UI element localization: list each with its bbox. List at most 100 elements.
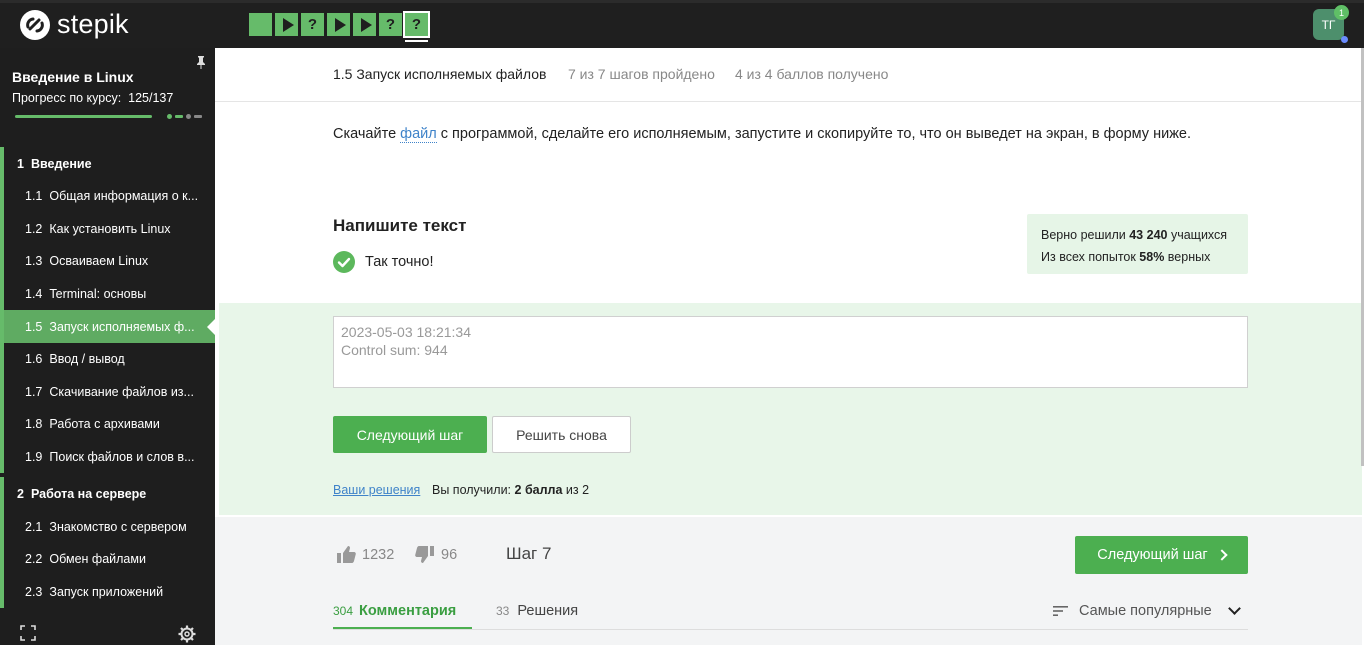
sort-label: Самые популярные	[1079, 603, 1212, 619]
tab-comments[interactable]: 304 Комментария	[333, 603, 456, 628]
sidebar-section-2[interactable]: 2 Работа на сервере	[0, 477, 215, 511]
item-label: Terminal: основы	[49, 287, 147, 302]
next-step-button-footer[interactable]: Следующий шаг	[1075, 536, 1248, 574]
avatar-initials: ТГ	[1321, 17, 1336, 32]
pin-icon[interactable]	[195, 55, 207, 72]
fullscreen-icon[interactable]	[20, 625, 36, 641]
step-text-icon[interactable]	[249, 13, 272, 36]
stats-solved: Верно решили 43 240 учащихся	[1041, 224, 1234, 246]
sidebar-item-1-2[interactable]: 1.2 Как установить Linux	[0, 212, 215, 246]
sidebar-item-1-5[interactable]: 1.5 Запуск исполняемых ф...	[0, 310, 215, 343]
item-number: 2.1	[25, 519, 43, 534]
progress-indicators	[167, 114, 202, 119]
notification-badge[interactable]: 1	[1334, 5, 1349, 20]
sidebar-item-2-1[interactable]: 2.1 Знакомство с сервером	[0, 510, 215, 543]
lesson-header: 1.5 Запуск исполняемых файлов 7 из 7 шаг…	[215, 48, 1362, 102]
task-description: Скачайте файл с программой, сделайте его…	[333, 126, 1191, 143]
step-footer: 1232 96 Шаг 7 Следующий шаг 304 Коммента…	[215, 517, 1362, 645]
stats-solved-prefix: Верно решили	[1041, 228, 1130, 242]
answer-area: 2023-05-03 18:21:34 Control sum: 944 Сле…	[219, 303, 1362, 515]
answer-textarea[interactable]: 2023-05-03 18:21:34 Control sum: 944	[333, 316, 1248, 388]
stats-solved-suffix: учащихся	[1167, 228, 1228, 242]
progress-dash	[194, 115, 202, 118]
sidebar-item-1-6[interactable]: 1.6 Ввод / вывод	[0, 342, 215, 376]
sidebar-item-2-2[interactable]: 2.2 Обмен файлами	[0, 542, 215, 576]
correct-feedback: Так точно!	[333, 251, 434, 273]
active-tab-underline	[333, 627, 472, 629]
solve-stats: Верно решили 43 240 учащихся Из всех поп…	[1027, 214, 1248, 274]
item-number: 1.2	[25, 221, 43, 236]
section-number: 2	[17, 486, 24, 501]
sort-icon	[1053, 606, 1068, 616]
lesson-steps-done: 7 из 7 шагов пройдено	[568, 66, 715, 82]
item-number: 2.3	[25, 584, 43, 599]
section-title: Работа на сервере	[30, 486, 147, 501]
gear-icon[interactable]	[178, 625, 196, 643]
step-video-icon[interactable]	[353, 13, 376, 36]
comments-label: Комментария	[359, 603, 457, 619]
tab-solutions[interactable]: 33 Решения	[496, 603, 578, 619]
like-button[interactable]: 1232	[336, 545, 394, 564]
item-label: Поиск файлов и слов в...	[49, 450, 195, 465]
sidebar-footer	[0, 623, 215, 645]
chevron-right-icon	[1216, 549, 1228, 561]
your-solutions-link[interactable]: Ваши решения	[333, 483, 420, 497]
item-label: Общая информация о к...	[49, 189, 199, 204]
solve-again-button[interactable]: Решить снова	[492, 416, 631, 453]
next-step-label: Следующий шаг	[1097, 547, 1208, 563]
logo-text: stepik	[57, 9, 129, 39]
item-number: 1.4	[25, 287, 43, 302]
sidebar-item-1-9[interactable]: 1.9 Поиск файлов и слов в...	[0, 440, 215, 474]
step-video-icon[interactable]	[327, 13, 350, 36]
chevron-down-icon	[1227, 602, 1241, 615]
progress-dot	[167, 114, 172, 119]
solutions-label: Решения	[517, 603, 579, 619]
step-quiz-icon[interactable]: ?	[301, 13, 324, 36]
item-number: 1.8	[25, 417, 43, 432]
points-prefix: Вы получили:	[432, 483, 515, 497]
stats-attempts-prefix: Из всех попыток	[1041, 250, 1140, 264]
item-label: Обмен файлами	[49, 552, 146, 567]
thumbs-up-icon	[337, 546, 356, 563]
progress-dot	[186, 114, 191, 119]
course-progress-bar	[15, 114, 202, 119]
step-quiz-icon[interactable]: ?	[403, 11, 430, 42]
sidebar-item-1-1[interactable]: 1.1 Общая информация о к...	[0, 180, 215, 213]
sidebar-item-1-8[interactable]: 1.8 Работа с архивами	[0, 408, 215, 441]
user-avatar[interactable]: ТГ 1	[1313, 5, 1349, 43]
correct-text: Так точно!	[365, 254, 434, 270]
dislike-button[interactable]: 96	[415, 545, 457, 564]
stepik-logo-icon	[20, 9, 50, 40]
item-number: 2.2	[25, 552, 43, 567]
sidebar-item-1-3[interactable]: 1.3 Осваиваем Linux	[0, 245, 215, 278]
check-circle-icon	[333, 251, 355, 273]
item-label: Запуск исполняемых ф...	[49, 319, 195, 334]
stats-attempts-suffix: верных	[1164, 250, 1211, 264]
download-file-link[interactable]: файл	[400, 126, 437, 143]
sidebar-section-1[interactable]: 1 Введение	[0, 147, 215, 180]
dislikes-count: 96	[441, 546, 458, 563]
solutions-count: 33	[496, 604, 510, 618]
stats-attempts: Из всех попыток 58% верных	[1041, 246, 1234, 268]
main-content: 1.5 Запуск исполняемых файлов 7 из 7 шаг…	[215, 48, 1364, 645]
next-step-button[interactable]: Следующий шаг	[333, 416, 487, 453]
points-suffix: из 2	[562, 483, 590, 497]
sort-dropdown[interactable]: Самые популярные	[1053, 602, 1241, 619]
stepik-logo[interactable]: stepik	[20, 9, 129, 40]
quiz-title: Напишите текст	[333, 216, 467, 235]
sidebar-item-2-3[interactable]: 2.3 Запуск приложений	[0, 575, 215, 609]
points-value: 2 балла	[514, 483, 563, 497]
sidebar-item-1-7[interactable]: 1.7 Скачивание файлов из...	[0, 375, 215, 409]
item-label: Знакомство с сервером	[49, 519, 187, 534]
item-label: Ввод / вывод	[49, 352, 125, 367]
step-quiz-icon[interactable]: ?	[379, 13, 402, 36]
tabs-divider	[333, 629, 1248, 630]
thumbs-down-icon	[415, 546, 434, 563]
course-progress-text: Прогресс по курсу: 125/137	[12, 91, 173, 105]
likes-count: 1232	[362, 546, 395, 563]
step-video-icon[interactable]	[275, 13, 298, 36]
course-title[interactable]: Введение в Linux	[12, 69, 134, 85]
sidebar-item-1-4[interactable]: 1.4 Terminal: основы	[0, 277, 215, 311]
progress-label: Прогресс по курсу:	[12, 91, 122, 105]
answer-line: Control sum: 944	[341, 342, 448, 358]
